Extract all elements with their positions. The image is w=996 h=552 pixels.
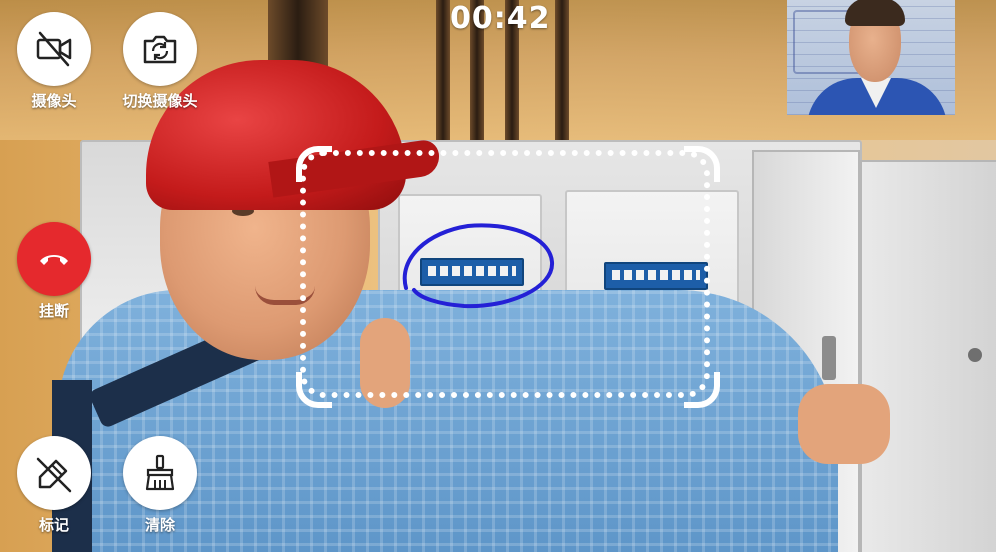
local-video-preview[interactable] (787, 0, 955, 115)
background-pipe (436, 0, 450, 140)
worker-hand (798, 384, 890, 464)
switch-camera-label: 切换摄像头 (122, 92, 198, 110)
mark-control[interactable]: 标记 (14, 436, 94, 535)
phone-hangup-icon (40, 255, 68, 265)
mark-label: 标记 (38, 516, 69, 534)
broom-icon (145, 454, 175, 491)
clear-button[interactable] (123, 436, 197, 510)
camera-toggle-button[interactable] (17, 12, 91, 86)
switch-camera-control[interactable]: 切换摄像头 (120, 12, 200, 111)
pip-person-hair (845, 0, 905, 26)
camera-switch-icon (143, 35, 177, 64)
video-call-screen: 00:42 摄像头 切换摄像头 挂断 标记 清除 (0, 0, 996, 552)
call-timer: 00:42 (450, 1, 551, 36)
focus-frame (300, 150, 710, 398)
door-handle (822, 336, 836, 380)
clear-control[interactable]: 清除 (120, 436, 200, 535)
door-lock (968, 348, 982, 362)
hangup-label: 挂断 (38, 302, 69, 320)
mark-button[interactable] (17, 436, 91, 510)
camera-toggle-control[interactable]: 摄像头 (14, 12, 94, 111)
camera-toggle-label: 摄像头 (31, 92, 77, 110)
camera-off-icon (36, 31, 72, 67)
switch-camera-button[interactable] (123, 12, 197, 86)
hangup-control[interactable]: 挂断 (14, 222, 94, 321)
hangup-button[interactable] (17, 222, 91, 296)
background-pipe (555, 0, 569, 140)
clear-label: 清除 (144, 516, 175, 534)
pencil-off-icon (36, 457, 72, 493)
